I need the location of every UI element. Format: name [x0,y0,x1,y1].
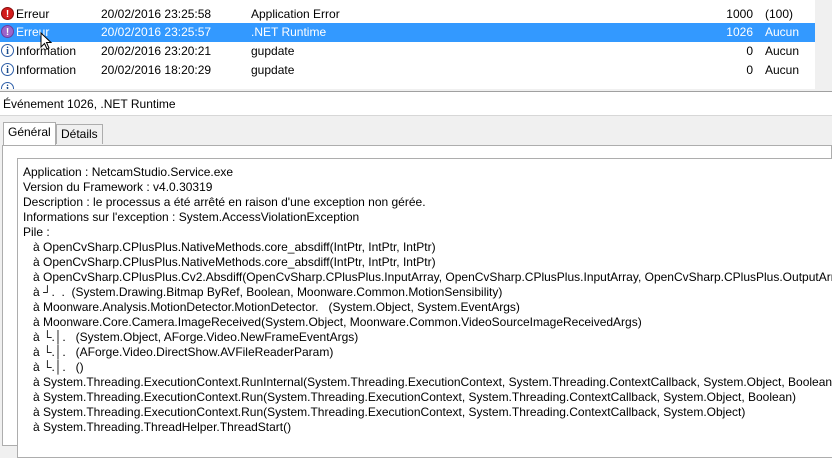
event-row[interactable]: i Information 20/02/2016 18:20:29 gupdat… [0,61,832,80]
event-row[interactable]: ! Erreur 20/02/2016 23:25:58 Application… [0,5,832,24]
event-list: ! Erreur 20/02/2016 23:25:58 Application… [0,0,832,89]
event-level: Information [16,63,77,77]
info-icon: i [1,63,14,76]
event-category: (100) [765,7,794,21]
event-date: 20/02/2016 23:25:58 [101,7,212,21]
description-line: à OpenCvSharp.CPlusPlus.NativeMethods.co… [23,240,436,254]
event-source: Application Error [251,7,340,21]
description-line: à Moonware.Core.Camera.ImageReceived(Sys… [23,315,642,329]
error-icon: ! [1,7,14,20]
description-line: Version du Framework : v4.0.30319 [23,180,213,194]
event-source: gupdate [251,44,295,58]
description-line: à OpenCvSharp.CPlusPlus.NativeMethods.co… [23,255,436,269]
tab-general-label: Général [8,125,51,139]
event-date: 20/02/2016 18:20:29 [101,63,212,77]
description-line: à └.│. () [23,360,84,374]
event-detail-title: Événement 1026, .NET Runtime [3,97,176,111]
description-line: Informations sur l'exception : System.Ac… [23,210,360,224]
event-description[interactable]: Application : NetcamStudio.Service.exe V… [17,158,832,458]
description-line: à System.Threading.ExecutionContext.Run(… [23,405,746,419]
event-id: 1000 [726,7,753,21]
description-line: à └.│. (System.Object, AForge.Video.NewF… [23,330,359,344]
event-category: Aucun [765,63,800,77]
description-line: à System.Threading.ExecutionContext.RunI… [23,375,832,389]
event-category: Aucun [765,25,800,39]
event-id: 0 [746,63,753,77]
event-level: Erreur [16,7,50,21]
event-id: 1026 [726,25,753,39]
event-detail-header: Événement 1026, .NET Runtime [0,91,832,116]
detail-tabs: Général Détails [0,118,832,148]
error-icon: ! [1,25,14,38]
event-row-selected[interactable]: ! Erreur 20/02/2016 23:25:57 .NET Runtim… [0,23,832,42]
description-line: Application : NetcamStudio.Service.exe [23,165,234,179]
description-line: Description : le processus a été arrêté … [23,195,426,209]
event-category: Aucun [765,44,800,58]
event-date: 20/02/2016 23:25:57 [101,25,212,39]
event-source: .NET Runtime [251,25,327,39]
general-panel: Application : NetcamStudio.Service.exe V… [2,145,832,458]
description-line: Pile : [23,225,50,239]
event-row[interactable]: i Information 20/02/2016 23:20:21 gupdat… [0,42,832,61]
description-line: à System.Threading.ThreadHelper.ThreadSt… [23,420,292,434]
description-line: à Moonware.Analysis.MotionDetector.Motio… [23,300,520,314]
tab-details[interactable]: Détails [56,124,103,144]
list-scrollbar[interactable] [815,0,832,89]
event-source: gupdate [251,63,295,77]
info-icon: i [1,44,14,57]
tab-details-label: Détails [61,127,98,141]
event-id: 0 [746,44,753,58]
info-icon: i [1,82,14,89]
tab-general[interactable]: Général [3,122,56,145]
mouse-cursor-icon [40,32,52,50]
description-line: à OpenCvSharp.CPlusPlus.Cv2.Absdiff(Open… [23,270,832,284]
description-line: à ┘. . (System.Drawing.Bitmap ByRef, Boo… [23,285,503,299]
description-line: à System.Threading.ExecutionContext.Run(… [23,390,797,404]
event-date: 20/02/2016 23:20:21 [101,44,212,58]
description-line: à └.│. (AForge.Video.DirectShow.AVFileRe… [23,345,334,359]
event-row-partial[interactable]: i [0,80,832,89]
